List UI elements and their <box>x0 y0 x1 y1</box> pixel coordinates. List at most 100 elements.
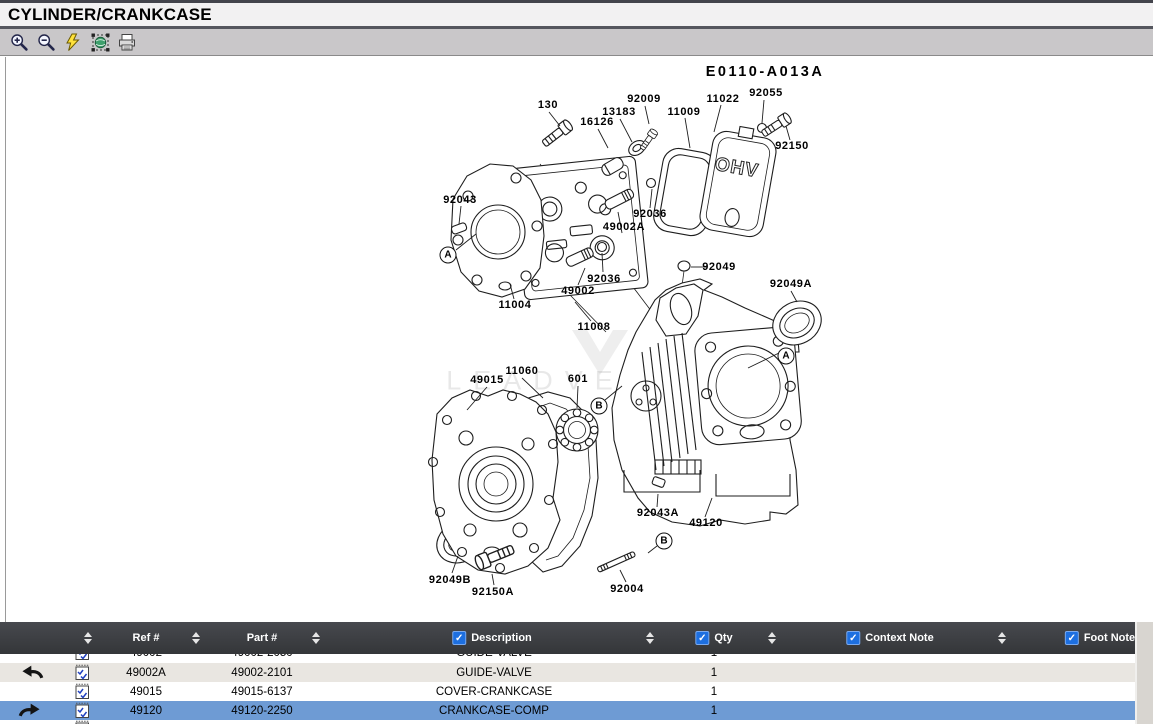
part-label-49002A[interactable]: 49002A <box>603 221 645 233</box>
cell-context-note <box>800 663 980 682</box>
cell-foot-note <box>1010 663 1135 682</box>
cell-foot-note <box>1010 654 1135 662</box>
part-label-601[interactable]: 601 <box>568 373 588 385</box>
part-label-92055[interactable]: 92055 <box>749 87 783 99</box>
cell-foot-note <box>1010 701 1135 720</box>
table-row-49120[interactable]: 4912049120-2250 CRANKCASE-COMP1 <box>0 701 1135 720</box>
callout-B: B <box>591 398 608 415</box>
hotspot-button[interactable] <box>88 31 112 53</box>
cell-qty: 1 <box>654 701 774 720</box>
cell-description: CRANKCASE-COMP <box>334 701 654 720</box>
part-label-49015[interactable]: 49015 <box>470 374 504 386</box>
part-label-92049B[interactable]: 92049B <box>429 574 471 586</box>
cell-description: GUIDE-VALVE <box>334 663 654 682</box>
table-body: 4900249002-2050GUIDE-VALVE149002A49002-2… <box>0 654 1135 724</box>
zoom-in-button[interactable] <box>7 31 31 53</box>
sort-col-4-button[interactable] <box>646 622 654 654</box>
cell-part: 49002-2101 <box>197 663 327 682</box>
table-vertical-scrollbar[interactable] <box>1135 622 1153 724</box>
arrow-cell <box>0 682 62 701</box>
context-note-checkbox[interactable]: ✓ <box>846 631 860 645</box>
sort-col-6-button[interactable] <box>998 622 1006 654</box>
description-checkbox[interactable]: ✓ <box>452 631 466 645</box>
cell-part: 49120-2250 <box>197 701 327 720</box>
header-ref[interactable]: Ref # <box>133 622 160 654</box>
header-part[interactable]: Part # <box>247 622 278 654</box>
part-label-92043[interactable]: 92043 <box>443 194 477 206</box>
back-arrow-icon[interactable] <box>0 663 62 682</box>
part-label-130[interactable]: 130 <box>538 99 558 111</box>
part-label-13183[interactable]: 13183 <box>602 106 636 118</box>
cell-ref: 49015 <box>96 682 196 701</box>
diagram-panel: LEADVENTURE <box>0 57 1153 622</box>
cell-ref: 49120 <box>96 701 196 720</box>
flash-icon <box>64 33 82 52</box>
diagram-id: E0110-A013A <box>706 64 825 80</box>
part-label-92043A[interactable]: 92043A <box>637 507 679 519</box>
cell-part: 49015-6137 <box>197 682 327 701</box>
cell-qty: 1 <box>654 654 774 662</box>
part-label-11008[interactable]: 11008 <box>578 321 611 333</box>
print-icon <box>117 33 137 52</box>
part-label-49120[interactable]: 49120 <box>689 517 723 529</box>
part-label-92009[interactable]: 92009 <box>627 93 661 105</box>
diagram-left-border <box>5 57 6 622</box>
hotspot-select-icon <box>91 33 110 52</box>
arrow-cell <box>0 654 62 662</box>
part-label-92036[interactable]: 92036 <box>633 208 667 220</box>
part-label-49002[interactable]: 49002 <box>561 285 595 297</box>
header-description[interactable]: ✓Description <box>452 622 532 654</box>
callout-A: A <box>440 247 457 264</box>
zoom-in-icon <box>10 33 29 52</box>
part-label-92150A[interactable]: 92150A <box>472 586 514 598</box>
callout-A: A <box>778 348 795 365</box>
cell-part: 49002-2050 <box>197 654 327 662</box>
toolbar <box>0 29 1153 56</box>
header-foot-note[interactable]: ✓Foot Note <box>1065 622 1135 654</box>
cell-qty: 1 <box>654 663 774 682</box>
forward-arrow-icon[interactable] <box>0 701 62 720</box>
part-label-92004[interactable]: 92004 <box>610 583 644 595</box>
part-label-92150[interactable]: 92150 <box>775 140 809 152</box>
part-label-11009[interactable]: 11009 <box>668 106 701 118</box>
print-button[interactable] <box>115 31 139 53</box>
callout-B: B <box>656 533 673 550</box>
table-row-49015[interactable]: 4901549015-6137COVER-CRANKCASE1 <box>0 682 1135 701</box>
page-title: CYLINDER/CRANKCASE <box>8 5 212 25</box>
ohv-embossed-text: OHV <box>713 154 760 182</box>
cell-foot-note <box>1010 682 1135 701</box>
zoom-out-icon <box>37 33 56 52</box>
header-qty[interactable]: ✓Qty <box>695 622 732 654</box>
cell-ref: 49002A <box>96 663 196 682</box>
sort-col-1-button[interactable] <box>84 622 92 654</box>
cell-context-note <box>800 701 980 720</box>
cell-ref: 49002 <box>96 654 196 662</box>
parts-table: Ref # Part # ✓Description ✓Qty ✓Context … <box>0 622 1153 724</box>
table-header: Ref # Part # ✓Description ✓Qty ✓Context … <box>0 622 1135 654</box>
sort-col-5-button[interactable] <box>768 622 776 654</box>
cell-context-note <box>800 682 980 701</box>
table-row-49002[interactable]: 4900249002-2050GUIDE-VALVE1 <box>0 654 1135 662</box>
zoom-out-button[interactable] <box>34 31 58 53</box>
detail-doc-icon <box>62 720 102 724</box>
part-label-11004[interactable]: 11004 <box>499 299 532 311</box>
sort-col-3-button[interactable] <box>312 622 320 654</box>
title-bar: CYLINDER/CRANKCASE <box>0 3 1153 26</box>
qty-checkbox[interactable]: ✓ <box>695 631 709 645</box>
part-label-11060[interactable]: 11060 <box>506 365 539 377</box>
app-window: CYLINDER/CRANKCASE <box>0 0 1153 724</box>
partial-next-row <box>0 720 1135 724</box>
clipped-row-49002[interactable]: 4900249002-2050GUIDE-VALVE1 <box>0 654 1135 663</box>
cell-context-note <box>800 654 980 662</box>
part-label-92036[interactable]: 92036 <box>587 273 621 285</box>
table-row-49002A[interactable]: 49002A49002-2101 GUIDE-VALVE1 <box>0 663 1135 682</box>
part-label-92049[interactable]: 92049 <box>702 261 736 273</box>
part-label-92049A[interactable]: 92049A <box>770 278 812 290</box>
cell-description: COVER-CRANKCASE <box>334 682 654 701</box>
header-context-note[interactable]: ✓Context Note <box>846 622 933 654</box>
sort-col-2-button[interactable] <box>192 622 200 654</box>
flash-button[interactable] <box>61 31 85 53</box>
part-label-11022[interactable]: 11022 <box>707 93 740 105</box>
exploded-diagram-art: OHV <box>0 0 1153 724</box>
foot-note-checkbox[interactable]: ✓ <box>1065 631 1079 645</box>
